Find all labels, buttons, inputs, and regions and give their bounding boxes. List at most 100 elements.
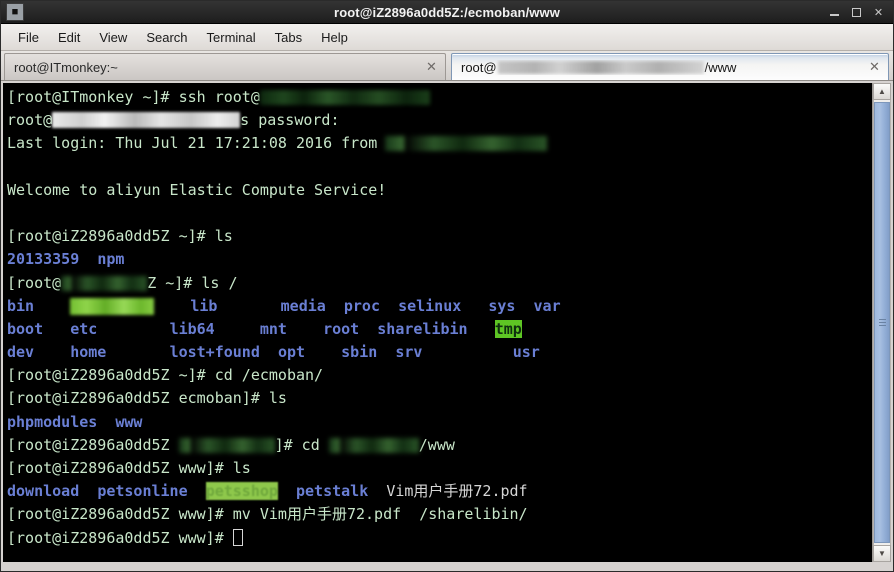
ls-tmp: tmp xyxy=(494,319,522,338)
menu-bar: File Edit View Search Terminal Tabs Help xyxy=(1,24,893,51)
terminal-line: [root@iZ2896a0dd5Z ]# cd /www xyxy=(7,434,871,457)
ls-usr: usr xyxy=(512,343,540,362)
terminal-line: [root@iZ2896a0dd5Z ~]# ls xyxy=(7,225,871,248)
redacted-highlighted-dir xyxy=(70,297,155,315)
listing-item-phpmodules: phpmodules xyxy=(7,412,98,431)
ls-sys: sys xyxy=(488,296,516,315)
terminal-line: dev home lost+found opt sbin srv usr xyxy=(7,341,871,364)
tab-label-prefix: root@ xyxy=(461,59,497,75)
line-prompt-ls: [root@iZ2896a0dd5Z ~]# ls xyxy=(7,227,233,246)
listing-item-npm: npm xyxy=(97,250,125,269)
redacted-path xyxy=(328,437,419,453)
ls-media: media xyxy=(280,296,326,315)
listing-item-vim-pdf: Vim用户手册72.pdf xyxy=(386,482,528,501)
line-prompt-www-ls: [root@iZ2896a0dd5Z www]# ls xyxy=(7,459,251,477)
ls-bin: bin xyxy=(7,296,35,315)
menu-edit[interactable]: Edit xyxy=(49,28,89,47)
line-cd-suffix: /www xyxy=(418,435,455,454)
tab-itmonkey[interactable]: root@ITmonkey:~ ✕ xyxy=(4,53,446,80)
line-last-login: Last login: Thu Jul 21 17:21:08 2016 fro… xyxy=(7,134,378,153)
terminal-area: [root@ITmonkey ~]# ssh root@ root@ s pass… xyxy=(1,81,893,565)
terminal-output[interactable]: [root@ITmonkey ~]# ssh root@ root@ s pass… xyxy=(3,83,872,562)
menu-search[interactable]: Search xyxy=(137,28,196,47)
terminal-line: phpmodules www xyxy=(7,411,871,434)
scrollbar-thumb[interactable] xyxy=(874,102,890,543)
menu-terminal[interactable]: Terminal xyxy=(198,28,265,47)
tab-label-redaction xyxy=(497,60,704,74)
ls-proc: proc xyxy=(343,296,380,315)
ls-home: home xyxy=(70,343,107,362)
terminal-line: [root@iZ2896a0dd5Z ~]# cd /ecmoban/ xyxy=(7,364,871,387)
redacted-ip xyxy=(385,136,548,152)
listing-item-petsonline: petsonline xyxy=(97,482,188,501)
terminal-line: download petsonline petsshop petstalk Vi… xyxy=(7,480,871,503)
terminal-line: Last login: Thu Jul 21 17:21:08 2016 fro… xyxy=(7,132,871,155)
terminal-line: Welcome to aliyun Elastic Compute Servic… xyxy=(7,179,871,202)
tab-label-suffix: /www xyxy=(704,59,737,75)
terminal-scrollbar[interactable]: ▲ ▼ xyxy=(872,83,891,562)
listing-item-petstalk: petstalk xyxy=(296,482,369,501)
ls-etc: etc xyxy=(70,319,98,338)
tab-itmonkey-label: root@ITmonkey:~ xyxy=(14,59,118,75)
terminal-icon: ■ xyxy=(6,3,24,21)
menu-view[interactable]: View xyxy=(90,28,136,47)
ls-root: root xyxy=(323,319,360,338)
ls-lib: lib xyxy=(190,296,218,315)
ls-selinux: selinux xyxy=(398,296,462,315)
line-welcome: Welcome to aliyun Elastic Compute Servic… xyxy=(7,180,387,199)
text-cursor xyxy=(232,528,243,546)
ls-sbin: sbin xyxy=(341,343,378,362)
line-cd-prefix: [root@iZ2896a0dd5Z xyxy=(7,435,179,454)
redacted-host xyxy=(259,90,430,105)
listing-item-petsshop: petsshop xyxy=(205,482,278,501)
scroll-up-icon[interactable]: ▲ xyxy=(873,83,891,100)
ls-sharelibin: sharelibin xyxy=(377,319,468,338)
line-password-suffix: s password: xyxy=(240,111,340,130)
ls-lib64: lib64 xyxy=(169,319,215,338)
line-mv-command: [root@iZ2896a0dd5Z www]# mv Vim用户手册72.pd… xyxy=(7,505,528,524)
window-title: root@iZ2896a0dd5Z:/ecmoban/www xyxy=(334,4,560,20)
title-bar: ■ root@iZ2896a0dd5Z:/ecmoban/www ✕ xyxy=(1,1,893,24)
listing-item-www: www xyxy=(115,412,143,431)
maximize-button[interactable] xyxy=(850,6,863,19)
ls-srv: srv xyxy=(395,343,423,362)
terminal-line: 20133359 npm xyxy=(7,248,871,271)
menu-tabs[interactable]: Tabs xyxy=(266,28,311,47)
tab-ecmoban-www-label: root@ /www xyxy=(461,60,861,75)
terminal-line: bin lib media proc selinux sys var xyxy=(7,295,871,318)
line-prompt-suffix: Z ~]# ls / xyxy=(147,273,238,292)
close-tab-icon[interactable]: ✕ xyxy=(867,60,882,75)
listing-item-20133359: 20133359 xyxy=(7,250,80,269)
scrollbar-track[interactable] xyxy=(873,100,891,545)
menu-file[interactable]: File xyxy=(9,28,48,47)
tab-ecmoban-www[interactable]: root@ /www ✕ xyxy=(451,53,889,80)
line-cd-mid: ]# cd xyxy=(274,435,329,454)
line-prompt-prefix: [root@ xyxy=(7,273,62,292)
terminal-line: [root@ Z ~]# ls / xyxy=(7,272,871,295)
window-controls: ✕ xyxy=(828,6,893,19)
ls-opt: opt xyxy=(277,343,306,362)
ls-dev: dev xyxy=(7,343,35,362)
close-icon[interactable]: ✕ xyxy=(872,6,885,19)
tab-bar: root@ITmonkey:~ ✕ root@ /www ✕ xyxy=(1,51,893,81)
line-password-prefix: root@ xyxy=(7,111,53,130)
terminal-line: [root@iZ2896a0dd5Z www]# xyxy=(7,527,871,550)
listing-item-download: download xyxy=(7,482,80,501)
terminal-window: ■ root@iZ2896a0dd5Z:/ecmoban/www ✕ File … xyxy=(0,0,894,572)
line-prompt-ecmoban-ls: [root@iZ2896a0dd5Z ecmoban]# ls xyxy=(7,389,287,408)
terminal-line: [root@iZ2896a0dd5Z ecmoban]# ls xyxy=(7,387,871,410)
terminal-line: [root@ITmonkey ~]# ssh root@ xyxy=(7,86,871,109)
minimize-button[interactable] xyxy=(828,6,841,19)
terminal-line: root@ s password: xyxy=(7,109,871,132)
line-cd-ecmoban: [root@iZ2896a0dd5Z ~]# cd /ecmoban/ xyxy=(7,366,324,385)
ls-lost-found: lost+found xyxy=(169,343,260,362)
close-tab-icon[interactable]: ✕ xyxy=(424,60,439,75)
menu-help[interactable]: Help xyxy=(312,28,357,47)
terminal-line: [root@iZ2896a0dd5Z www]# mv Vim用户手册72.pd… xyxy=(7,503,871,526)
line-current-prompt: [root@iZ2896a0dd5Z www]# xyxy=(7,528,233,547)
ls-boot: boot xyxy=(7,319,44,338)
terminal-line: boot etc lib64 mnt root sharelibin tmp xyxy=(7,318,871,341)
scroll-down-icon[interactable]: ▼ xyxy=(873,545,891,562)
